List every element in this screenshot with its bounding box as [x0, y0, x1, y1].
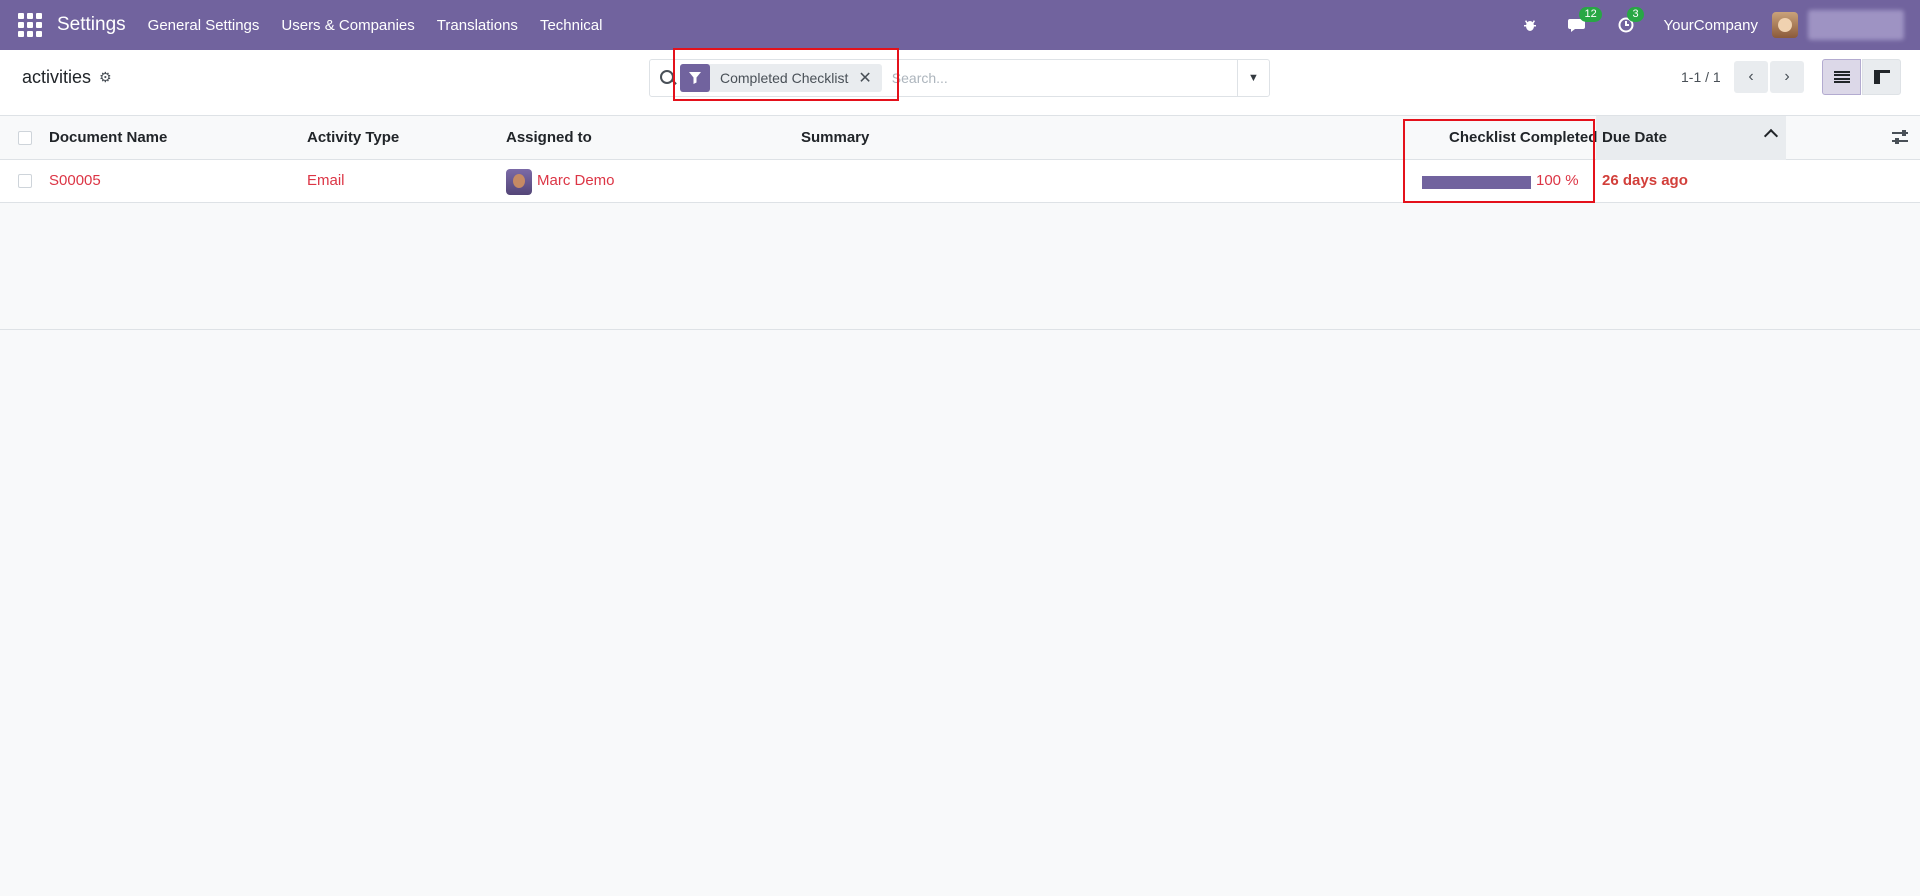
- kanban-view-icon: [1873, 70, 1890, 84]
- col-due-date[interactable]: Due Date: [1602, 129, 1667, 146]
- pager-value[interactable]: 1-1 / 1: [1681, 69, 1721, 85]
- activities-clock-icon[interactable]: 3: [1615, 7, 1644, 36]
- menu-translations[interactable]: Translations: [437, 17, 518, 34]
- list-view-icon: [1833, 71, 1850, 83]
- menu-general-settings[interactable]: General Settings: [148, 17, 260, 34]
- user-avatar[interactable]: [1772, 12, 1798, 38]
- cell-due-date[interactable]: 26 days ago: [1602, 172, 1688, 189]
- user-menu[interactable]: [1808, 10, 1904, 40]
- search-input[interactable]: [891, 70, 1237, 86]
- cell-document-name[interactable]: S00005: [49, 172, 101, 189]
- apps-menu-icon[interactable]: [18, 13, 42, 37]
- menu-technical[interactable]: Technical: [540, 17, 603, 34]
- page-title: activities: [22, 67, 92, 87]
- top-navbar: Settings General Settings Users & Compan…: [0, 0, 1920, 50]
- row-checkbox[interactable]: [18, 174, 32, 188]
- messages-chat-icon[interactable]: 12: [1567, 7, 1602, 36]
- col-summary[interactable]: Summary: [801, 129, 869, 146]
- systray: 12 3 YourCompany: [1519, 0, 1920, 50]
- chevron-left-icon: ‹: [1748, 68, 1754, 85]
- table-header: Document Name Activity Type Assigned to …: [0, 116, 1920, 160]
- avatar: [506, 169, 532, 195]
- menu-users-companies[interactable]: Users & Companies: [281, 17, 414, 34]
- breadcrumb: activities ⚙: [22, 67, 112, 88]
- control-panel: activities ⚙ Completed Checklist ✕ ▼: [0, 50, 1920, 116]
- optional-columns-icon[interactable]: [1892, 129, 1908, 145]
- select-all-checkbox[interactable]: [18, 131, 32, 145]
- company-switcher[interactable]: YourCompany: [1663, 17, 1758, 34]
- cell-activity-type[interactable]: Email: [307, 172, 345, 189]
- pager-next-button[interactable]: ›: [1770, 61, 1804, 93]
- search-options-toggle[interactable]: ▼: [1237, 60, 1269, 96]
- empty-row: [0, 287, 1920, 330]
- col-assigned-to[interactable]: Assigned to: [506, 129, 592, 146]
- chevron-right-icon: ›: [1784, 68, 1790, 85]
- table-row[interactable]: S00005 Email Marc Demo 100 % 26 days ago: [0, 160, 1920, 203]
- highlight-box-facet: [673, 48, 899, 101]
- pager-previous-button[interactable]: ‹: [1734, 61, 1768, 93]
- col-activity-type[interactable]: Activity Type: [307, 129, 399, 146]
- messages-count-badge: 12: [1579, 7, 1602, 22]
- empty-row: [0, 246, 1920, 289]
- list-view-button[interactable]: [1822, 59, 1861, 95]
- kanban-view-button[interactable]: [1862, 59, 1901, 95]
- app-title[interactable]: Settings: [57, 14, 126, 36]
- empty-row: [0, 204, 1920, 247]
- activities-count-badge: 3: [1627, 7, 1644, 22]
- highlight-box-checklist-column: [1403, 119, 1595, 203]
- debug-bug-icon[interactable]: [1519, 14, 1541, 36]
- col-document-name[interactable]: Document Name: [49, 129, 167, 146]
- cell-assigned-to[interactable]: Marc Demo: [537, 172, 615, 189]
- gear-icon[interactable]: ⚙: [99, 69, 112, 86]
